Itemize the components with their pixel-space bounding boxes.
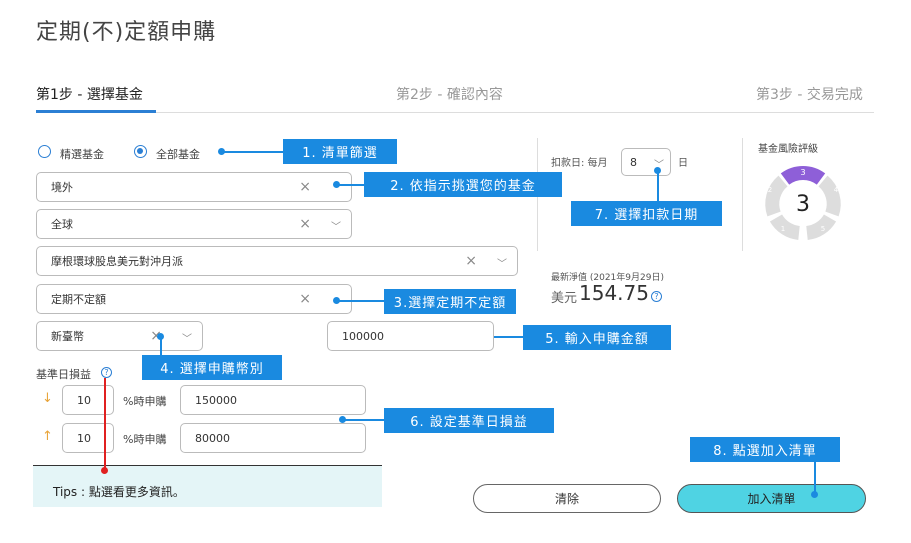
nav-value: 154.75 — [579, 281, 649, 305]
callout-5: 5. 輸入申購金額 — [523, 325, 671, 350]
callout-6: 6. 設定基準日損益 — [384, 408, 554, 433]
debit-suffix: 日 — [678, 158, 688, 169]
pl-rise-amount-input[interactable]: 80000 — [180, 423, 366, 453]
pl-label: 基準日損益 — [36, 368, 91, 381]
clear-icon[interactable]: × — [299, 291, 311, 307]
add-to-list-button[interactable]: 加入清單 — [677, 484, 866, 513]
market-value: 全球 — [51, 218, 73, 231]
amount-input[interactable]: 100000 — [327, 321, 494, 351]
callout-connector — [494, 336, 524, 338]
tips-dot — [101, 467, 108, 474]
callout-connector — [222, 151, 284, 153]
pl-unit: %時申購 — [123, 433, 167, 446]
risk-seg-label: 1 — [781, 225, 785, 233]
region-select[interactable]: 境外 × — [36, 172, 352, 202]
risk-seg-label: 5 — [821, 225, 825, 233]
help-icon[interactable]: ? — [101, 367, 112, 378]
chevron-down-icon[interactable]: ﹀ — [182, 330, 192, 345]
market-select[interactable]: 全球 × ﹀ — [36, 209, 352, 239]
risk-segment-1 — [769, 214, 801, 240]
clear-icon[interactable]: × — [465, 253, 477, 269]
radio-selected-funds-label: 精選基金 — [60, 148, 104, 161]
radio-selected-funds[interactable] — [38, 145, 51, 158]
pl-drop-amount-input[interactable]: 150000 — [180, 385, 366, 415]
risk-title: 基金風險評級 — [758, 144, 818, 155]
step-1: 第1步 - 選擇基金 — [36, 87, 143, 103]
divider — [742, 138, 743, 251]
callout-dot — [218, 148, 225, 155]
arrow-up-icon: ↑ — [42, 429, 53, 444]
pl-drop-amount-value: 150000 — [195, 393, 237, 407]
callout-connector — [814, 461, 816, 494]
callout-3: 3.選擇定期不定額 — [384, 289, 516, 314]
step-2: 第2步 - 確認內容 — [396, 87, 503, 103]
callout-dot — [339, 416, 346, 423]
pl-rise-pct-input[interactable]: 10 — [62, 423, 114, 453]
callout-8: 8. 點選加入清單 — [690, 437, 840, 462]
risk-seg-label: 2 — [768, 186, 772, 194]
pl-unit: %時申購 — [123, 395, 167, 408]
plan-type-select[interactable]: 定期不定額 × — [36, 284, 352, 314]
callout-dot — [654, 167, 661, 174]
clear-icon[interactable]: × — [299, 179, 311, 195]
amount-value: 100000 — [342, 329, 384, 343]
pl-drop-pct-input[interactable]: 10 — [62, 385, 114, 415]
debit-day-select[interactable]: 8 ﹀ — [621, 148, 671, 176]
risk-seg-label: 4 — [834, 186, 839, 194]
radio-all-funds-label: 全部基金 — [156, 148, 200, 161]
fund-select[interactable]: 摩根環球股息美元對沖月派 × ﹀ — [36, 246, 518, 276]
clear-icon[interactable]: × — [299, 216, 311, 232]
pl-rise-pct-value: 10 — [77, 431, 91, 445]
callout-connector — [337, 300, 385, 302]
callout-7: 7. 選擇扣款日期 — [571, 201, 722, 226]
risk-seg-label: 3 — [800, 168, 805, 177]
tips-text: Tips : 點選看更多資訊。 — [53, 485, 185, 499]
tips-connector — [104, 378, 106, 470]
region-value: 境外 — [51, 181, 73, 194]
arrow-down-icon: ↓ — [42, 391, 53, 406]
clear-button[interactable]: 清除 — [473, 484, 661, 513]
callout-dot — [811, 491, 818, 498]
callout-2: 2. 依指示挑選您的基金 — [364, 172, 562, 197]
risk-gauge: 3 4 5 1 2 3 — [765, 166, 841, 240]
active-step-indicator — [36, 110, 156, 113]
fund-value: 摩根環球股息美元對沖月派 — [51, 255, 183, 268]
callout-4: 4. 選擇申購幣別 — [142, 355, 282, 380]
radio-all-funds[interactable] — [134, 145, 147, 158]
callout-dot — [333, 181, 340, 188]
callout-connector — [337, 184, 365, 186]
callout-connector — [657, 170, 659, 202]
chevron-down-icon[interactable]: ﹀ — [331, 218, 341, 233]
callout-connector — [343, 419, 385, 421]
callout-1: 1. 清單篩選 — [283, 139, 397, 164]
debit-day-value: 8 — [630, 155, 637, 169]
risk-segment-2 — [765, 175, 788, 217]
steps-divider — [36, 112, 874, 113]
help-icon[interactable]: ? — [651, 291, 662, 302]
nav-currency: 美元 — [551, 291, 578, 306]
callout-dot — [333, 297, 340, 304]
page-title: 定期(不)定額申購 — [36, 20, 217, 45]
currency-value: 新臺幣 — [51, 330, 84, 343]
pl-rise-amount-value: 80000 — [195, 431, 230, 445]
risk-level: 3 — [796, 192, 810, 217]
pl-drop-pct-value: 10 — [77, 393, 91, 407]
step-3: 第3步 - 交易完成 — [756, 87, 863, 103]
risk-segment-5 — [805, 214, 837, 240]
currency-select[interactable]: 新臺幣 × ﹀ — [36, 321, 203, 351]
plan-type-value: 定期不定額 — [51, 293, 106, 306]
chevron-down-icon[interactable]: ﹀ — [497, 255, 507, 270]
risk-segment-4 — [818, 175, 841, 217]
tips-box[interactable]: Tips : 點選看更多資訊。 — [33, 465, 382, 507]
debit-label: 扣款日: 每月 — [551, 158, 608, 169]
callout-dot — [157, 333, 164, 340]
